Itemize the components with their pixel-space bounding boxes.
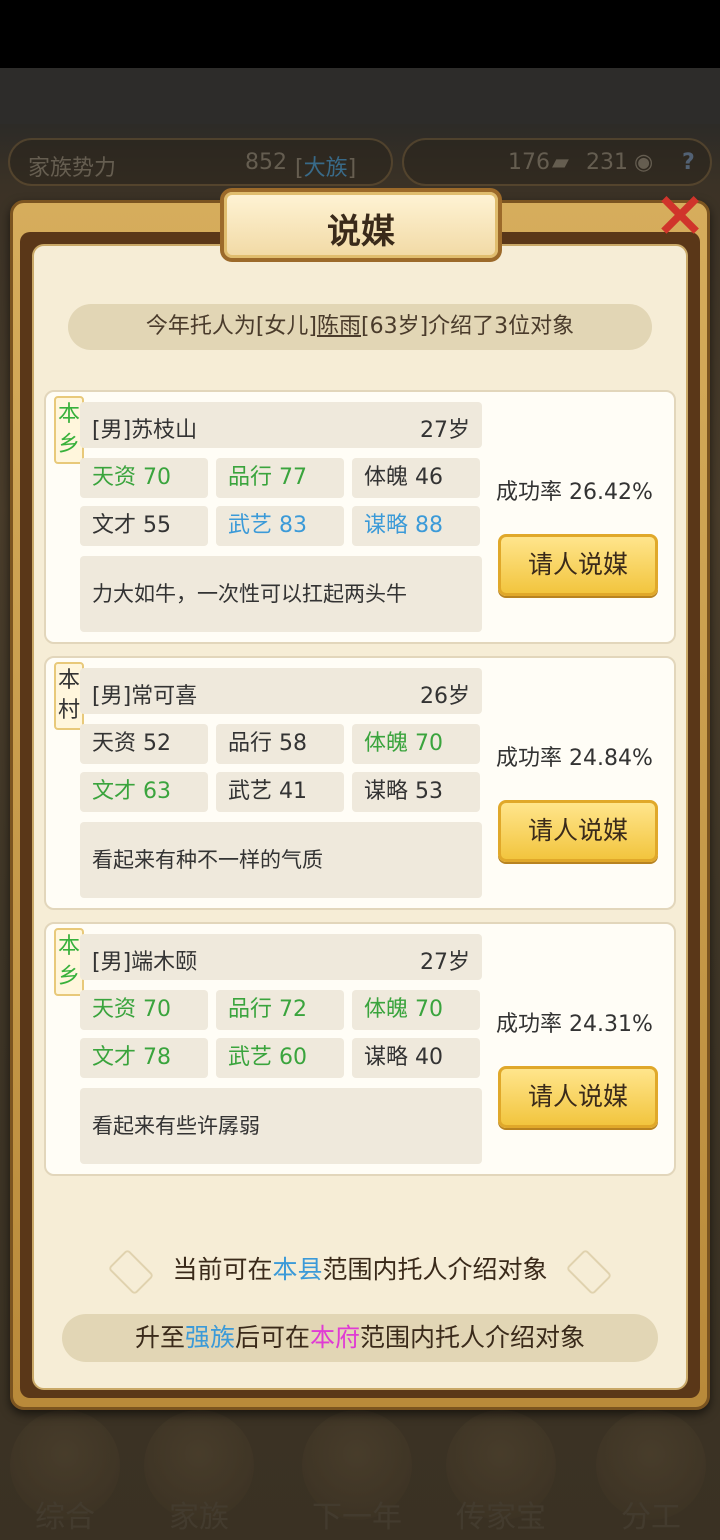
stat-strategy: 谋略 88 xyxy=(352,506,480,546)
candidate-name: [男]端木颐 xyxy=(92,950,198,975)
stat-conduct: 品行 77 xyxy=(216,458,344,498)
close-icon[interactable]: × xyxy=(646,182,714,252)
candidate-card-3: 本乡 [男]端木颐 27岁 天资 70 品行 72 体魄 70 文才 78 武艺… xyxy=(44,922,676,1176)
top-strip xyxy=(0,68,720,124)
candidate-age: 27岁 xyxy=(420,950,470,975)
stat-conduct: 品行 58 xyxy=(216,724,344,764)
stat-literary: 文才 55 xyxy=(80,506,208,546)
scope-note-county: 本县 xyxy=(272,1255,323,1284)
scope-note-a: 当前可在 xyxy=(172,1255,273,1284)
upgrade-note-e: 范围内托人介绍对象 xyxy=(360,1323,586,1352)
stat-martial: 武艺 60 xyxy=(216,1038,344,1078)
success-rate: 成功率 24.84% xyxy=(496,746,653,771)
request-matchmaking-button[interactable]: 请人说媒 xyxy=(498,1066,658,1128)
stat-martial: 武艺 41 xyxy=(216,772,344,812)
dialog-title-plate: 说媒 xyxy=(220,188,502,262)
stat-physique: 体魄 46 xyxy=(352,458,480,498)
clan-power-label: 家族势力 xyxy=(28,156,117,181)
scope-note: 当前可在本县范围内托人介绍对象 xyxy=(108,1246,612,1294)
help-icon[interactable]: ? xyxy=(682,150,695,175)
candidate-name-row: [男]端木颐 27岁 xyxy=(80,934,482,980)
status-bar xyxy=(0,0,720,68)
upgrade-note-a: 升至 xyxy=(134,1323,185,1352)
candidate-name-row: [男]常可喜 26岁 xyxy=(80,668,482,714)
nav-division-label: 分工 xyxy=(621,1500,681,1535)
dialog-title: 说媒 xyxy=(327,212,395,252)
candidate-description: 看起来有种不一样的气质 xyxy=(80,822,482,898)
upgrade-note-clan: 强族 xyxy=(184,1323,235,1352)
clan-rank-text: 大族 xyxy=(303,156,348,181)
upgrade-note-c: 后可在 xyxy=(234,1323,310,1352)
stat-talent: 天资 70 xyxy=(80,990,208,1030)
stat-talent: 天资 52 xyxy=(80,724,208,764)
scope-note-c: 范围内托人介绍对象 xyxy=(322,1255,548,1284)
stat-physique: 体魄 70 xyxy=(352,724,480,764)
coin-icon: ◉ xyxy=(634,150,654,175)
stat-strategy: 谋略 40 xyxy=(352,1038,480,1078)
nav-heirloom[interactable]: 传家宝 xyxy=(436,1410,566,1540)
candidate-name: [男]常可喜 xyxy=(92,684,198,709)
candidate-name-row: [男]苏枝山 27岁 xyxy=(80,402,482,448)
stat-conduct: 品行 72 xyxy=(216,990,344,1030)
nav-family-label: 家族 xyxy=(169,1500,229,1535)
candidate-card-2: 本村 [男]常可喜 26岁 天资 52 品行 58 体魄 70 文才 63 武艺… xyxy=(44,656,676,910)
summary-person[interactable]: 陈雨 xyxy=(317,314,361,339)
candidate-card-1: 本乡 [男]苏枝山 27岁 天资 70 品行 77 体魄 46 文才 55 武艺… xyxy=(44,390,676,644)
upgrade-note-prefecture: 本府 xyxy=(310,1323,361,1352)
stat-martial: 武艺 83 xyxy=(216,506,344,546)
stat-literary: 文才 78 xyxy=(80,1038,208,1078)
success-rate: 成功率 26.42% xyxy=(496,480,653,505)
coins-value: 231 xyxy=(586,150,628,175)
nav-next-year-label: 下一年 xyxy=(312,1500,402,1535)
nav-division[interactable]: 分工 xyxy=(586,1410,716,1540)
candidate-name: [男]苏枝山 xyxy=(92,418,198,443)
summary-suffix: [63岁]介绍了3位对象 xyxy=(361,314,575,339)
request-matchmaking-button[interactable]: 请人说媒 xyxy=(498,534,658,596)
summary-prefix: 今年托人为[女儿] xyxy=(145,314,317,339)
candidate-description: 力大如牛，一次性可以扛起两头牛 xyxy=(80,556,482,632)
clan-power-bar: 家族势力 852 [大族] xyxy=(8,138,393,186)
bottom-nav: 综合 家族 下一年 传家宝 分工 xyxy=(0,1400,720,1540)
nav-next-year[interactable]: 下一年 xyxy=(292,1410,422,1540)
nav-overview-label: 综合 xyxy=(35,1500,95,1535)
stat-talent: 天资 70 xyxy=(80,458,208,498)
books-value: 176 xyxy=(508,150,550,175)
clan-rank: [大族] xyxy=(295,156,357,181)
success-rate: 成功率 24.31% xyxy=(496,1012,653,1037)
nav-family[interactable]: 家族 xyxy=(134,1410,264,1540)
request-matchmaking-button[interactable]: 请人说媒 xyxy=(498,800,658,862)
nav-heirloom-label: 传家宝 xyxy=(456,1500,546,1535)
summary-pill: 今年托人为[女儿]陈雨[63岁]介绍了3位对象 xyxy=(68,304,652,350)
stat-strategy: 谋略 53 xyxy=(352,772,480,812)
candidate-age: 27岁 xyxy=(420,418,470,443)
book-icon: ▰ xyxy=(552,150,569,175)
candidate-description: 看起来有些许孱弱 xyxy=(80,1088,482,1164)
clan-power-value: 852 xyxy=(245,150,287,175)
stat-physique: 体魄 70 xyxy=(352,990,480,1030)
stat-literary: 文才 63 xyxy=(80,772,208,812)
candidate-age: 26岁 xyxy=(420,684,470,709)
upgrade-note: 升至强族后可在本府范围内托人介绍对象 xyxy=(62,1314,658,1362)
nav-overview[interactable]: 综合 xyxy=(0,1410,130,1540)
